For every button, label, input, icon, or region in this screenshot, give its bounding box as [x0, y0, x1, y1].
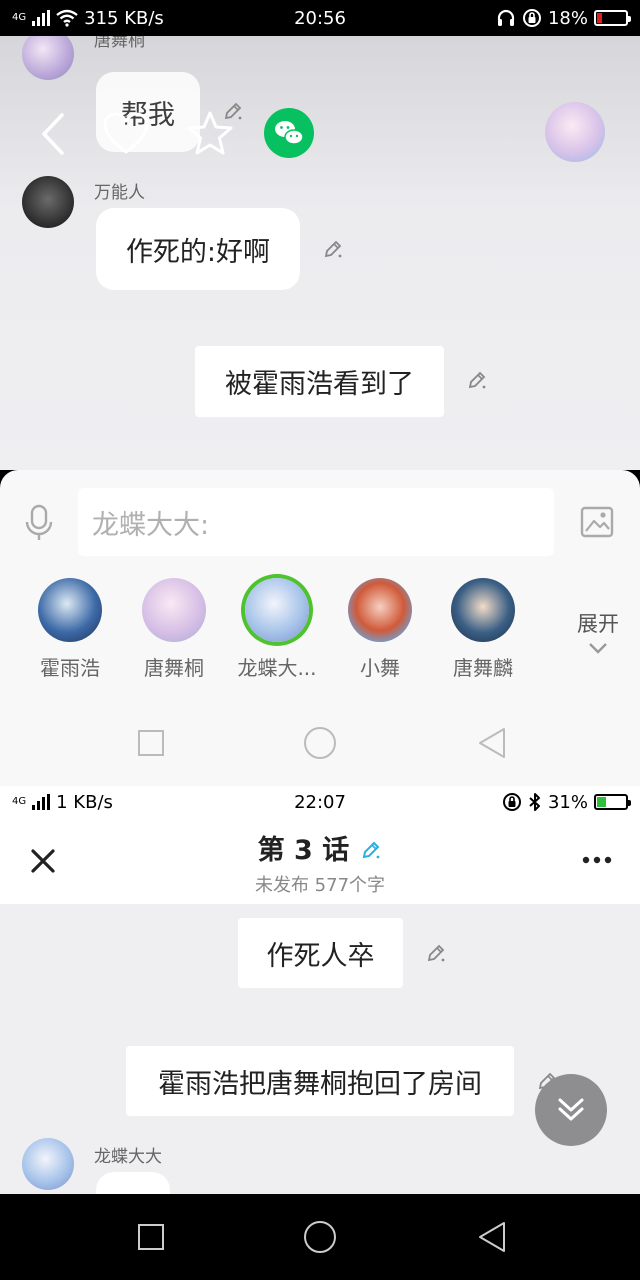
character-name: 唐舞桐 — [144, 656, 204, 680]
more-icon[interactable] — [582, 856, 612, 864]
expand-button[interactable]: 展开 — [568, 608, 628, 658]
battery-icon — [594, 794, 631, 810]
character-avatar — [142, 578, 206, 642]
character-name: 龙蝶大... — [237, 656, 317, 680]
battery-percent: 31% — [547, 791, 588, 813]
character-avatar — [38, 578, 102, 642]
character-name: 唐舞麟 — [453, 656, 513, 680]
recents-button[interactable] — [137, 1223, 165, 1251]
composer-panel: 龙蝶大大: 霍雨浩 唐舞桐 龙蝶大... 小舞 唐舞麟 展开 — [0, 470, 640, 786]
character-chip[interactable]: 唐舞桐 — [124, 578, 224, 681]
network-speed: 1 KB/s — [56, 791, 113, 813]
chapter-title[interactable]: 第 3 话 — [258, 835, 350, 866]
narration-text: 被霍雨浩看到了 — [225, 369, 414, 400]
pencil-icon[interactable] — [425, 942, 447, 964]
back-button[interactable] — [477, 1221, 507, 1253]
status-bar-bottom: 4G 1 KB/s 22:07 31% — [0, 786, 640, 818]
battery-icon — [594, 10, 631, 26]
character-avatar — [348, 578, 412, 642]
character-name: 霍雨浩 — [40, 656, 100, 680]
network-type: 4G — [12, 12, 27, 23]
home-button[interactable] — [303, 726, 337, 760]
headphones-icon — [497, 9, 515, 26]
wifi-icon — [56, 9, 78, 27]
sender-name: 万能人 — [94, 183, 145, 203]
pencil-icon[interactable] — [360, 839, 382, 861]
sender-name: 龙蝶大大 — [94, 1147, 162, 1167]
message-bubble[interactable]: 作死的:好啊 — [96, 208, 300, 290]
character-avatar — [451, 578, 515, 642]
message-text: 作死的:好啊 — [125, 236, 271, 268]
clock: 20:56 — [294, 7, 346, 29]
chapter-subtitle: 未发布 577个字 — [254, 875, 386, 896]
character-chip-selected[interactable]: 龙蝶大... — [227, 578, 327, 681]
bluetooth-icon — [529, 793, 540, 811]
chevron-left-icon[interactable] — [38, 112, 68, 156]
avatar[interactable] — [22, 36, 74, 80]
character-name: 小舞 — [360, 656, 400, 680]
battery-level — [597, 13, 603, 23]
character-chip[interactable]: 霍雨浩 — [20, 578, 120, 681]
pencil-icon[interactable] — [322, 238, 344, 260]
pencil-icon[interactable] — [466, 369, 488, 391]
chapter-header: 第 3 话 未发布 577个字 — [0, 818, 640, 904]
message-input[interactable]: 龙蝶大大: — [78, 488, 554, 556]
double-chevron-down-icon — [558, 1098, 584, 1121]
system-nav-bar — [0, 1194, 640, 1280]
chevron-down-icon — [589, 643, 607, 654]
avatar[interactable] — [22, 176, 74, 228]
expand-label: 展开 — [577, 612, 619, 636]
battery-percent: 18% — [547, 7, 588, 29]
narration-text: 霍雨浩把唐舞桐抱回了房间 — [158, 1068, 482, 1100]
narration-bubble[interactable]: 霍雨浩把唐舞桐抱回了房间 — [126, 1046, 514, 1116]
chat-view-bottom[interactable]: 作死人卒 霍雨浩把唐舞桐抱回了房间 龙蝶大大 — [0, 904, 640, 1194]
microphone-icon[interactable] — [24, 504, 54, 542]
character-chip[interactable]: 小舞 — [330, 578, 430, 681]
battery-level — [597, 797, 606, 807]
narration-text: 作死人卒 — [266, 940, 375, 972]
network-type: 4G — [12, 796, 27, 807]
scroll-down-button[interactable] — [535, 1074, 607, 1146]
back-button[interactable] — [477, 727, 507, 759]
input-placeholder: 龙蝶大大: — [92, 509, 210, 541]
character-chip[interactable]: 唐舞麟 — [433, 578, 533, 681]
rotation-lock-icon — [502, 793, 521, 811]
author-avatar[interactable] — [545, 102, 605, 162]
star-icon[interactable] — [186, 110, 234, 156]
message-bubble[interactable] — [96, 1172, 170, 1194]
narration-bubble[interactable]: 作死人卒 — [238, 918, 403, 988]
home-button[interactable] — [303, 1220, 337, 1254]
wechat-icon[interactable] — [264, 108, 314, 158]
signal-icon — [32, 794, 51, 810]
narration-bubble[interactable]: 被霍雨浩看到了 — [195, 346, 444, 417]
heart-icon[interactable] — [102, 112, 150, 156]
clock: 22:07 — [294, 791, 346, 813]
avatar[interactable] — [22, 1138, 74, 1190]
signal-icon — [32, 10, 51, 26]
recents-button[interactable] — [137, 729, 165, 757]
network-speed: 315 KB/s — [84, 7, 164, 29]
sender-name: 唐舞桐 — [94, 36, 145, 51]
status-bar-top: 4G 315 KB/s 20:56 18% — [0, 0, 640, 36]
image-icon[interactable] — [580, 506, 614, 538]
rotation-lock-icon — [522, 9, 541, 27]
chat-view-top[interactable]: 唐舞桐 帮我 万能人 作死的:好啊 被霍雨浩看到了 — [0, 36, 640, 470]
character-avatar — [245, 578, 309, 642]
